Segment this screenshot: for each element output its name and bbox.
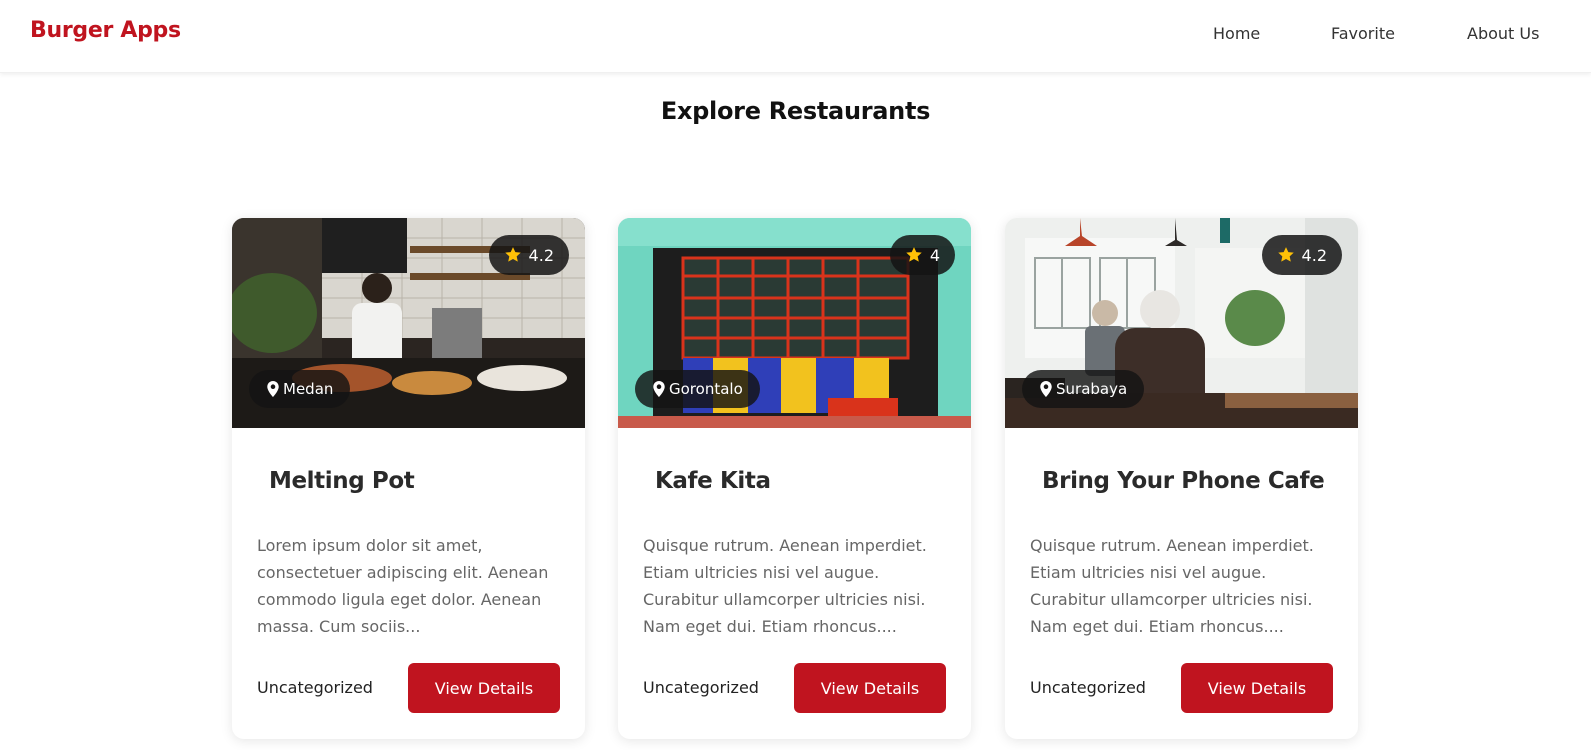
restaurant-card: 4.2 Medan Melting Pot Lorem ipsum dolor …: [232, 218, 585, 739]
navbar: Burger Apps Home Favorite About Us: [0, 0, 1591, 73]
restaurant-description: Lorem ipsum dolor sit amet, consectetuer…: [257, 536, 549, 636]
nav-link-home[interactable]: Home: [1213, 24, 1260, 43]
restaurant-name: Bring Your Phone Cafe: [1042, 468, 1325, 494]
rating-value: 4.2: [528, 245, 554, 265]
star-icon: [1277, 247, 1294, 262]
star-icon: [504, 247, 521, 262]
nav-link-about-us[interactable]: About Us: [1467, 24, 1539, 43]
restaurant-card: 4.2 Surabaya Bring Your Phone Cafe Quisq…: [1005, 218, 1358, 739]
restaurant-name: Kafe Kita: [655, 468, 771, 494]
restaurant-category: Uncategorized: [257, 678, 373, 697]
location-badge: Medan: [249, 370, 351, 408]
rating-badge: 4.2: [488, 235, 569, 275]
rating-badge: 4: [889, 235, 955, 275]
nav-link-favorite[interactable]: Favorite: [1331, 24, 1395, 43]
restaurant-image: 4 Gorontalo: [618, 218, 971, 428]
brand-logo[interactable]: Burger Apps: [30, 18, 181, 43]
star-icon: [906, 247, 922, 262]
restaurant-card: 4 Gorontalo Kafe Kita Quisque rutrum. Ae…: [618, 218, 971, 739]
map-pin-icon: [653, 381, 665, 397]
location-badge: Gorontalo: [635, 370, 760, 408]
restaurant-category: Uncategorized: [1030, 678, 1146, 697]
restaurant-image: 4.2 Medan: [232, 218, 585, 428]
restaurant-image: 4.2 Surabaya: [1005, 218, 1358, 428]
page-title: Explore Restaurants: [660, 97, 931, 125]
rating-value: 4.2: [1301, 245, 1327, 265]
map-pin-icon: [267, 381, 279, 397]
map-pin-icon: [1040, 381, 1052, 397]
view-details-button[interactable]: View Details: [794, 663, 946, 713]
restaurant-description: Quisque rutrum. Aenean imperdiet. Etiam …: [1030, 536, 1314, 636]
location-badge: Surabaya: [1022, 370, 1145, 408]
view-details-button[interactable]: View Details: [1181, 663, 1333, 713]
rating-value: 4: [929, 245, 940, 265]
restaurant-description: Quisque rutrum. Aenean imperdiet. Etiam …: [643, 536, 927, 636]
location-city: Medan: [283, 380, 334, 398]
location-city: Surabaya: [1056, 380, 1128, 398]
rating-badge: 4.2: [1261, 235, 1342, 275]
view-details-button[interactable]: View Details: [408, 663, 560, 713]
location-city: Gorontalo: [669, 380, 743, 398]
restaurant-name: Melting Pot: [269, 468, 415, 494]
restaurant-category: Uncategorized: [643, 678, 759, 697]
